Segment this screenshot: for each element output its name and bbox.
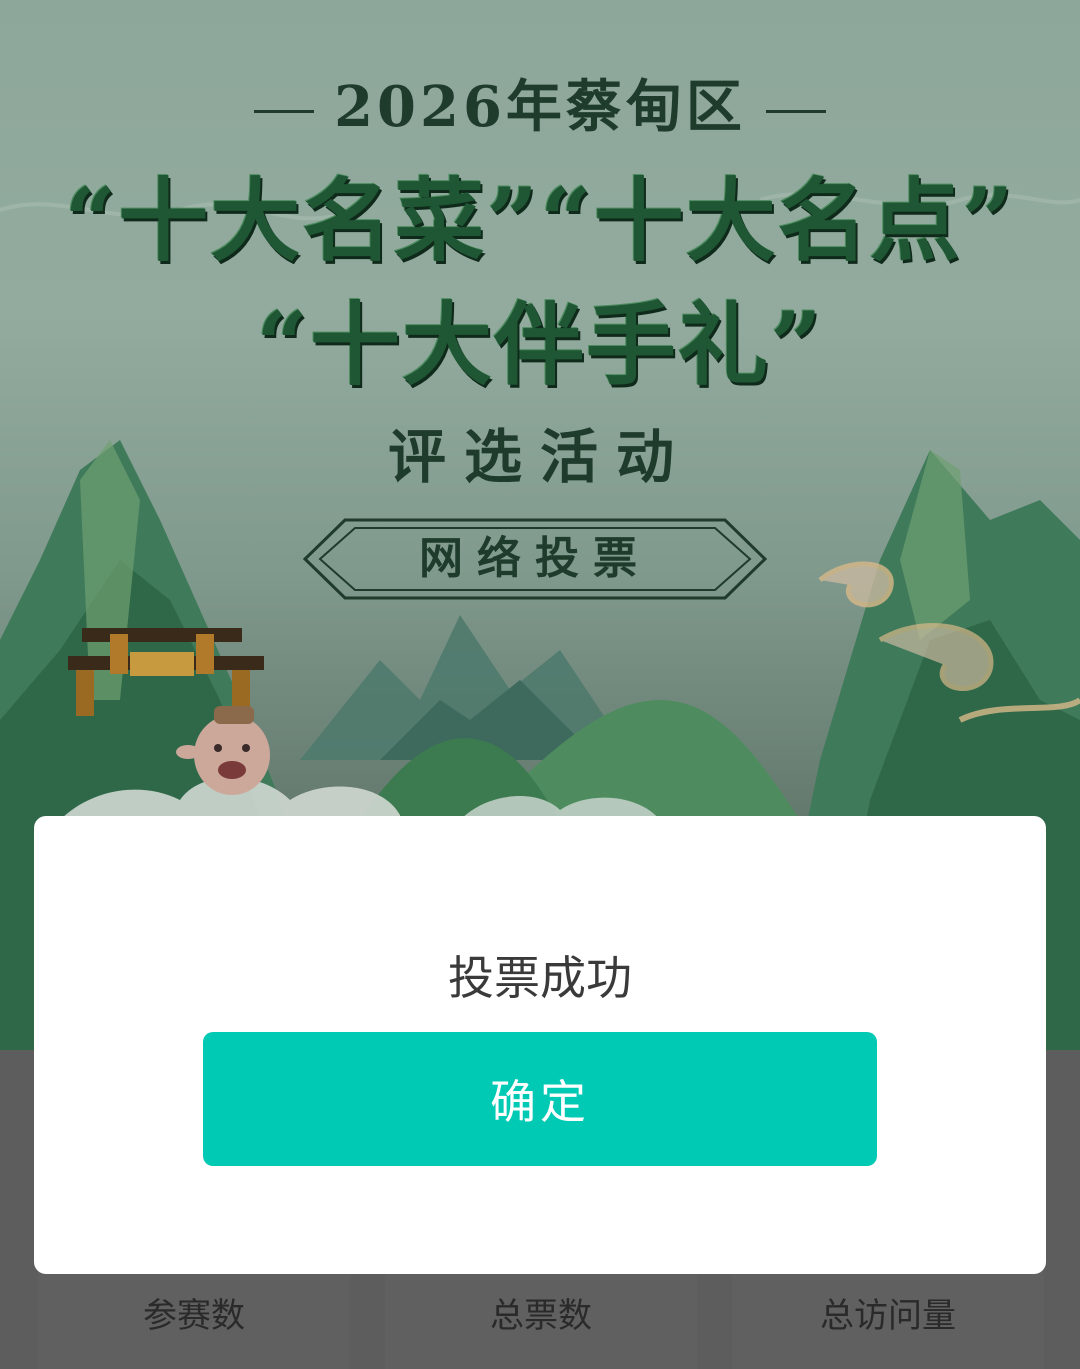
confirm-button[interactable]: 确定 bbox=[203, 1032, 877, 1166]
vote-success-dialog: 投票成功 确定 bbox=[34, 816, 1046, 1274]
dialog-message: 投票成功 bbox=[448, 951, 632, 1005]
vote-page: 2026年蔡甸区 “十大名菜”“十大名点” “十大伴手礼” 评选活动 网络投票 … bbox=[0, 0, 1080, 1369]
